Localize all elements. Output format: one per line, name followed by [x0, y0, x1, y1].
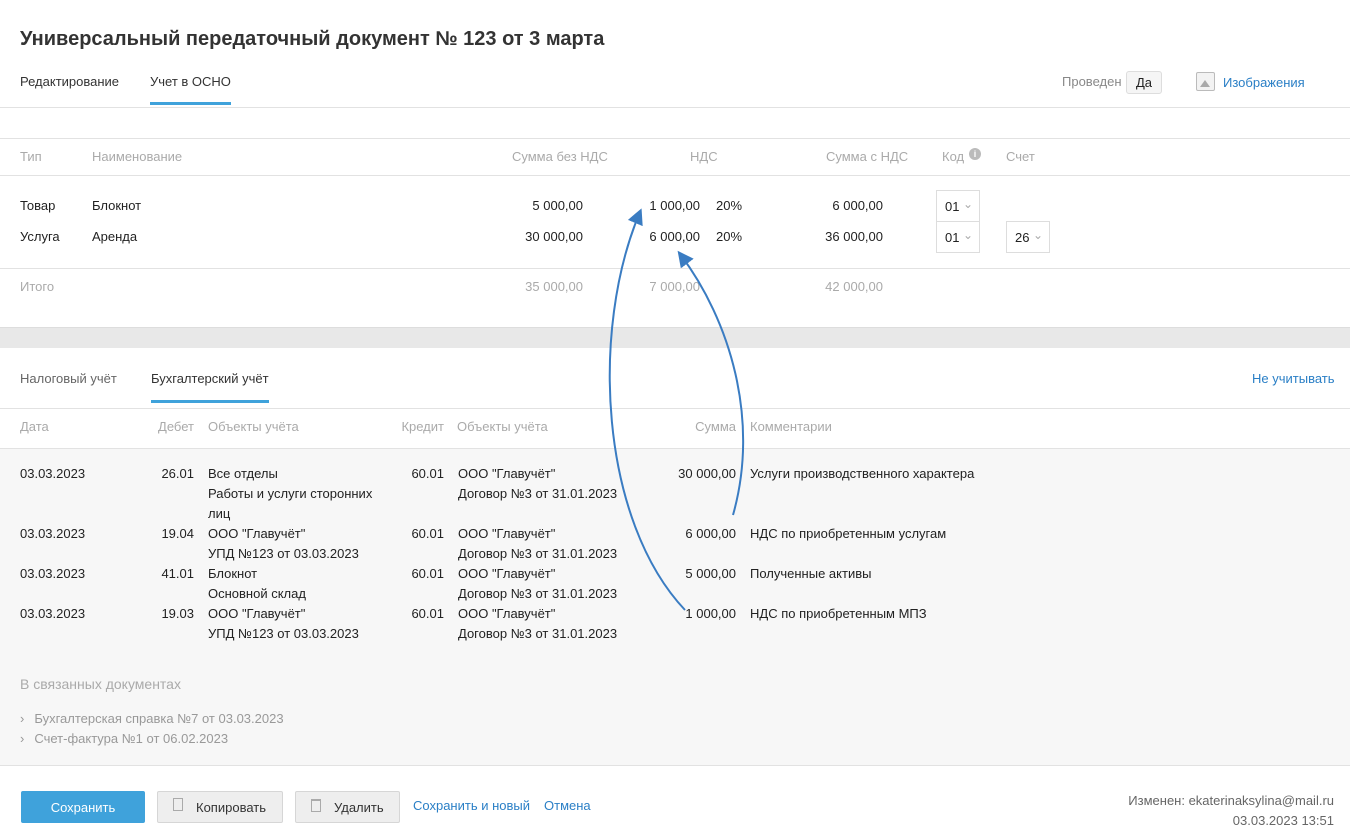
arrow [677, 250, 745, 516]
arrow [608, 208, 686, 611]
annotation-arrows [608, 208, 745, 611]
